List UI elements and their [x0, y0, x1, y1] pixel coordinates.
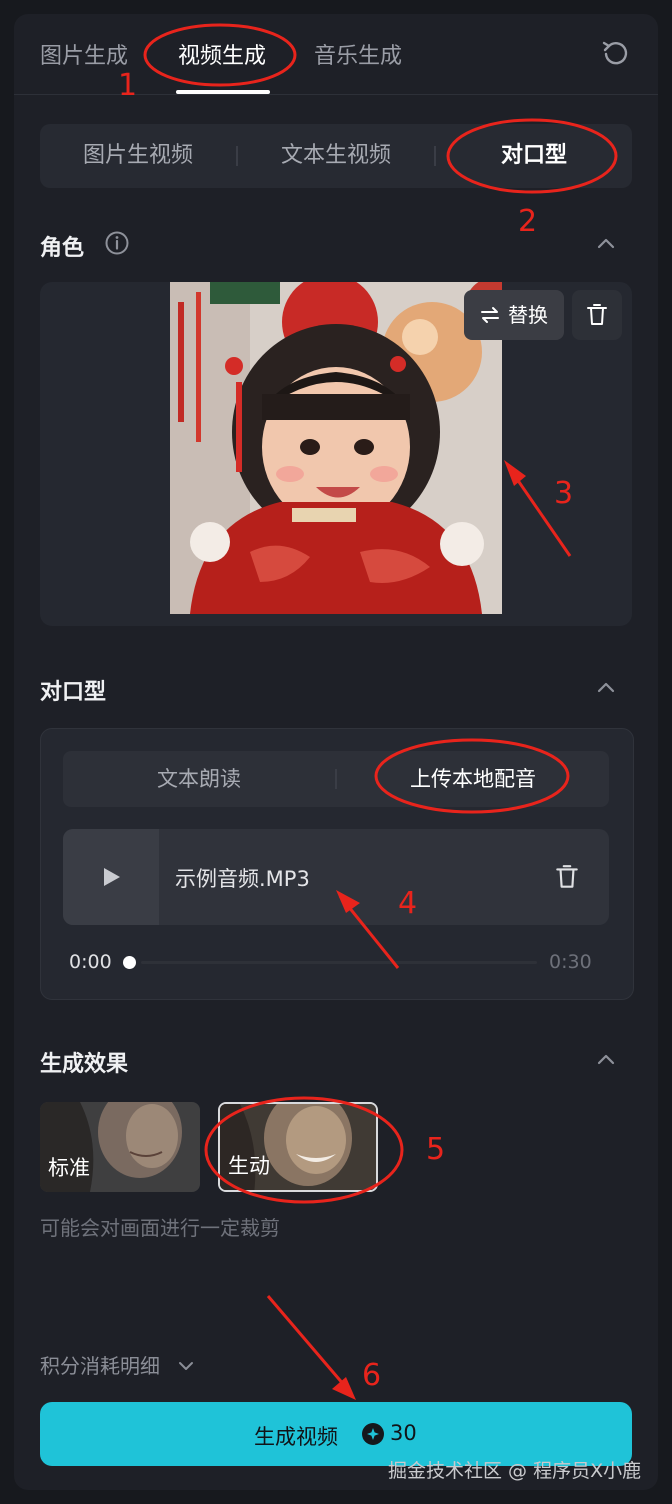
- play-icon: [104, 868, 120, 886]
- character-photo[interactable]: [170, 282, 502, 614]
- role-image-container: 替换: [40, 282, 632, 626]
- annotation-number-4: 4: [398, 886, 418, 921]
- chevron-down-icon: [179, 1362, 194, 1370]
- replace-label: 替换: [508, 303, 548, 327]
- tab-music-generation[interactable]: 音乐生成: [314, 38, 402, 70]
- audio-file-card: 示例音频.MP3: [63, 829, 609, 925]
- annotation-number-6: 6: [362, 1358, 382, 1393]
- option-text-reading[interactable]: 文本朗读: [63, 751, 335, 807]
- annotation-number-3: 3: [554, 476, 574, 511]
- top-tab-bar: 图片生成 视频生成 音乐生成: [14, 14, 658, 95]
- progress-knob[interactable]: [123, 956, 136, 969]
- collapse-role-chevron-icon[interactable]: [594, 232, 618, 256]
- option-upload-local-audio[interactable]: 上传本地配音: [337, 751, 609, 807]
- effect-vivid-label: 生动: [228, 1154, 270, 1178]
- replace-button[interactable]: 替换: [464, 290, 564, 340]
- watermark-text: 掘金技术社区 @ 程序员X小鹿: [388, 1460, 642, 1482]
- effects-title: 生成效果: [40, 1052, 129, 1077]
- collapse-lip-sync-chevron-icon[interactable]: [594, 676, 618, 700]
- lip-sync-panel: 文本朗读 上传本地配音 示例音频.MP3 0:00 0:30: [40, 728, 634, 1000]
- generate-label: 生成视频: [254, 1425, 338, 1449]
- refresh-icon[interactable]: [600, 38, 630, 68]
- effect-standard-option[interactable]: 标准: [40, 1102, 200, 1192]
- info-icon[interactable]: [104, 230, 130, 256]
- video-generation-panel: 图片生成 视频生成 音乐生成 图片生视频 文本生视频 对口型 角色 替换 对口型…: [14, 14, 658, 1490]
- current-time: 0:00: [69, 951, 112, 973]
- total-time: 0:30: [549, 951, 592, 973]
- points-cost: 30: [390, 1421, 417, 1445]
- swap-icon: [481, 307, 499, 323]
- mode-image-to-video[interactable]: 图片生视频: [40, 124, 236, 188]
- audio-file-name: 示例音频.MP3: [175, 867, 310, 891]
- mode-text-to-video[interactable]: 文本生视频: [238, 124, 434, 188]
- crop-hint-text: 可能会对画面进行一定裁剪: [40, 1216, 280, 1240]
- effect-vivid-option[interactable]: 生动: [218, 1102, 378, 1192]
- tab-image-generation[interactable]: 图片生成: [40, 38, 128, 70]
- trash-icon: [587, 304, 607, 325]
- mode-segmented-control: 图片生视频 文本生视频 对口型: [40, 124, 632, 188]
- points-detail-label: 积分消耗明细: [40, 1354, 160, 1378]
- annotation-number-5: 5: [426, 1132, 446, 1167]
- annotation-number-1: 1: [118, 68, 138, 103]
- points-coin-icon: [362, 1423, 384, 1445]
- effect-standard-label: 标准: [48, 1156, 90, 1180]
- audio-source-segmented-control: 文本朗读 上传本地配音: [63, 751, 609, 807]
- points-detail-toggle[interactable]: 积分消耗明细: [40, 1350, 194, 1379]
- play-button[interactable]: [63, 829, 159, 925]
- tab-video-generation[interactable]: 视频生成: [178, 38, 266, 70]
- lip-sync-title: 对口型: [40, 680, 107, 705]
- delete-character-button[interactable]: [572, 290, 622, 340]
- annotation-number-2: 2: [518, 204, 538, 239]
- active-tab-underline: [176, 90, 270, 94]
- mode-lip-sync[interactable]: 对口型: [436, 124, 632, 188]
- progress-track[interactable]: [141, 961, 537, 964]
- collapse-effects-chevron-icon[interactable]: [594, 1048, 618, 1072]
- role-title: 角色: [40, 236, 85, 261]
- delete-audio-trash-icon[interactable]: [553, 863, 581, 891]
